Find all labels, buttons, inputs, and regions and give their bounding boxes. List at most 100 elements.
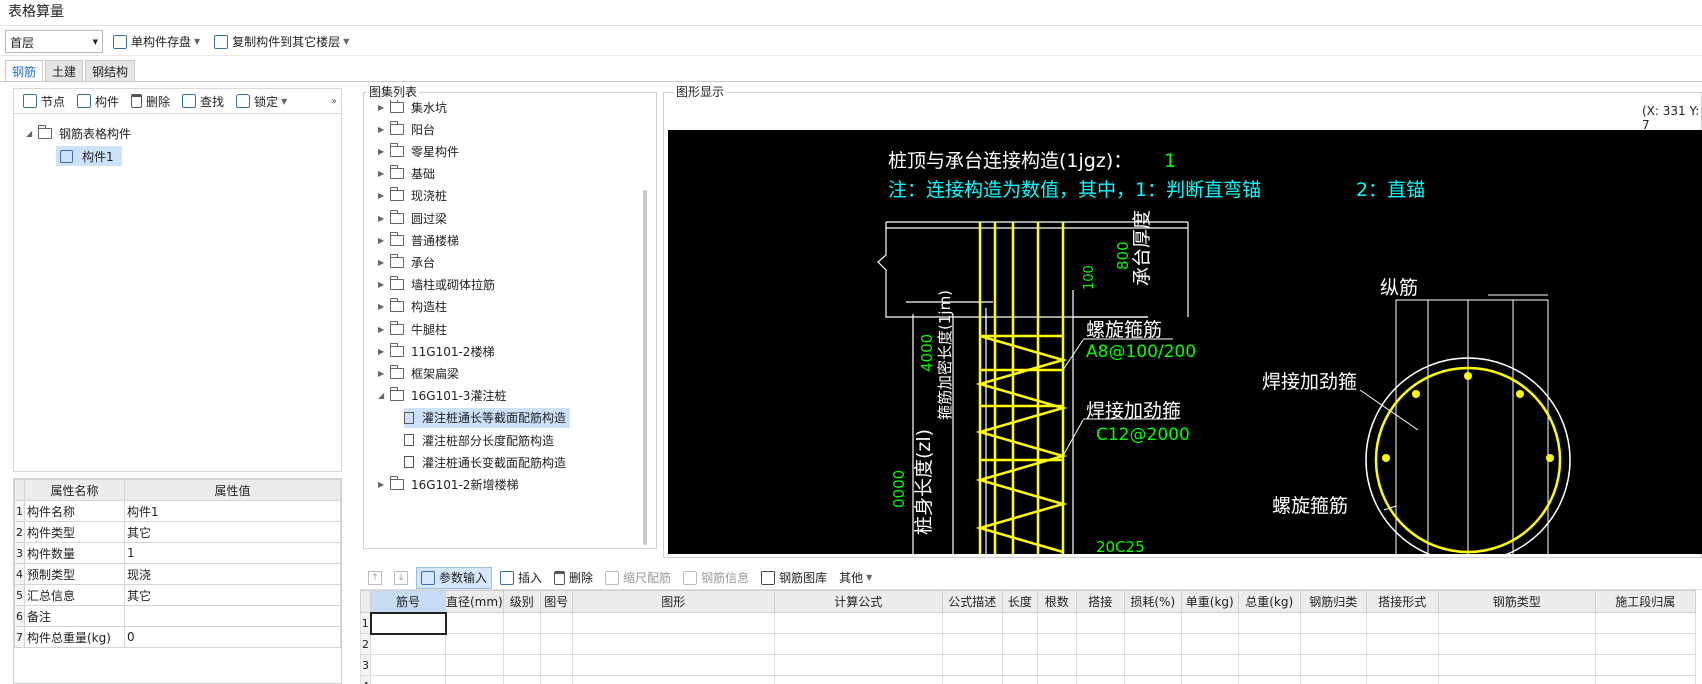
table-cell[interactable]: [571, 675, 775, 684]
collapse-arrow-icon[interactable]: ▶: [378, 347, 390, 356]
table-cell[interactable]: [1001, 675, 1038, 684]
property-row[interactable]: 5 汇总信息 其它: [14, 584, 341, 606]
column-header[interactable]: 钢筋归类: [1299, 590, 1367, 613]
table-cell[interactable]: [941, 675, 1003, 684]
tab-rebar[interactable]: 钢筋: [5, 60, 44, 81]
atlas-folder[interactable]: ▶ 集水坑: [378, 97, 447, 117]
column-header[interactable]: 长度: [1001, 590, 1038, 613]
atlas-scrollbar[interactable]: [643, 190, 647, 545]
table-cell[interactable]: [1075, 675, 1125, 684]
table-cell[interactable]: [445, 675, 504, 684]
expand-arrow-icon[interactable]: ◢: [378, 391, 390, 400]
property-value[interactable]: 0: [124, 626, 341, 648]
table-cell[interactable]: [571, 633, 775, 655]
atlas-folder[interactable]: ▶ 16G101-2新增楼梯: [378, 474, 518, 494]
rebar-library-button[interactable]: 钢筋图库: [757, 567, 831, 589]
property-value[interactable]: 其它: [124, 521, 341, 543]
table-cell[interactable]: [941, 612, 1003, 634]
atlas-folder[interactable]: ▶ 普通楼梯: [378, 230, 459, 250]
atlas-folder[interactable]: ▶ 阳台: [378, 119, 435, 139]
table-cell[interactable]: [1594, 612, 1696, 634]
atlas-item[interactable]: 灌注桩通长变截面配筋构造: [404, 452, 566, 472]
atlas-folder[interactable]: ▶ 圆过梁: [378, 208, 447, 228]
table-cell[interactable]: [1365, 654, 1439, 676]
collapse-arrow-icon[interactable]: ▶: [378, 280, 390, 289]
table-cell[interactable]: [1075, 654, 1125, 676]
column-header[interactable]: 级别: [502, 590, 541, 613]
table-cell[interactable]: [370, 654, 446, 676]
property-value[interactable]: [124, 605, 341, 627]
other-menu-button[interactable]: 其他 ▼: [835, 567, 876, 589]
property-row[interactable]: 1 构件名称 构件1: [14, 500, 341, 522]
expand-arrow-icon[interactable]: ◢: [26, 129, 38, 138]
atlas-folder[interactable]: ▶ 现浇桩: [378, 186, 447, 206]
table-cell[interactable]: [1123, 675, 1182, 684]
table-cell[interactable]: [539, 633, 573, 655]
table-cell[interactable]: [369, 611, 447, 635]
atlas-folder[interactable]: ▶ 11G101-2楼梯: [378, 341, 494, 361]
atlas-item[interactable]: 灌注桩部分长度配筋构造: [404, 430, 554, 450]
table-cell[interactable]: [370, 675, 446, 684]
table-cell[interactable]: [773, 675, 943, 684]
collapse-arrow-icon[interactable]: ▶: [378, 236, 390, 245]
table-cell[interactable]: [1180, 675, 1239, 684]
column-header[interactable]: 图号: [539, 590, 573, 613]
table-cell[interactable]: [1237, 633, 1301, 655]
component-button[interactable]: 构件: [72, 90, 124, 112]
column-header[interactable]: 单重(kg): [1180, 590, 1239, 613]
column-header[interactable]: 公式描述: [941, 590, 1003, 613]
table-cell[interactable]: [773, 633, 943, 655]
property-row[interactable]: 3 构件数量 1: [14, 542, 341, 564]
table-cell[interactable]: [941, 654, 1003, 676]
property-row[interactable]: 2 构件类型 其它: [14, 521, 341, 543]
property-row[interactable]: 7 构件总重量(kg) 0: [14, 626, 341, 648]
rebar-info-button[interactable]: 钢筋信息: [679, 567, 753, 589]
table-cell[interactable]: [1437, 654, 1596, 676]
node-button[interactable]: 节点: [18, 90, 70, 112]
property-value[interactable]: 现浇: [124, 563, 341, 585]
table-cell[interactable]: [445, 633, 504, 655]
table-cell[interactable]: [1075, 612, 1125, 634]
table-cell[interactable]: [370, 633, 446, 655]
table-cell[interactable]: [1237, 654, 1301, 676]
table-cell[interactable]: [1001, 654, 1038, 676]
cad-canvas[interactable]: 桩顶与承台连接构造(1jgz)： 1 注：连接构造为数值，其中，1：判断直弯锚 …: [668, 130, 1702, 554]
table-cell[interactable]: [1036, 633, 1077, 655]
table-cell[interactable]: [571, 654, 775, 676]
table-cell[interactable]: [1123, 612, 1182, 634]
table-cell[interactable]: [502, 612, 541, 634]
column-header[interactable]: 根数: [1036, 590, 1077, 613]
table-cell[interactable]: [445, 654, 504, 676]
table-row[interactable]: 3: [360, 654, 1696, 676]
table-cell[interactable]: [1437, 675, 1596, 684]
column-header[interactable]: 搭接: [1075, 590, 1125, 613]
copy-component-button[interactable]: 复制构件到其它楼层 ▼: [210, 31, 353, 53]
table-row[interactable]: 2: [360, 633, 1696, 655]
collapse-arrow-icon[interactable]: ▶: [378, 147, 390, 156]
collapse-arrow-icon[interactable]: ▶: [378, 125, 390, 134]
table-cell[interactable]: [571, 612, 775, 634]
floor-select[interactable]: 首层 ▼: [5, 30, 103, 53]
table-cell[interactable]: [1036, 675, 1077, 684]
property-value[interactable]: 1: [124, 542, 341, 564]
table-cell[interactable]: [1036, 612, 1077, 634]
collapse-arrow-icon[interactable]: ▶: [378, 480, 390, 489]
table-cell[interactable]: [502, 675, 541, 684]
table-cell[interactable]: [1299, 654, 1367, 676]
table-cell[interactable]: [1594, 633, 1696, 655]
table-cell[interactable]: [502, 654, 541, 676]
table-cell[interactable]: [1237, 612, 1301, 634]
tab-civil[interactable]: 土建: [45, 60, 84, 81]
collapse-arrow-icon[interactable]: ▶: [378, 302, 390, 311]
column-header[interactable]: 钢筋类型: [1437, 590, 1596, 613]
table-row[interactable]: 1: [360, 611, 1696, 635]
table-cell[interactable]: [1075, 633, 1125, 655]
insert-button[interactable]: 插入: [496, 567, 546, 589]
table-cell[interactable]: [539, 675, 573, 684]
table-cell[interactable]: [1036, 654, 1077, 676]
table-cell[interactable]: [502, 633, 541, 655]
table-cell[interactable]: [1437, 612, 1596, 634]
collapse-arrow-icon[interactable]: ▶: [378, 169, 390, 178]
atlas-folder[interactable]: ▶ 框架扁梁: [378, 363, 459, 383]
atlas-folder[interactable]: ▶ 构造柱: [378, 297, 447, 317]
